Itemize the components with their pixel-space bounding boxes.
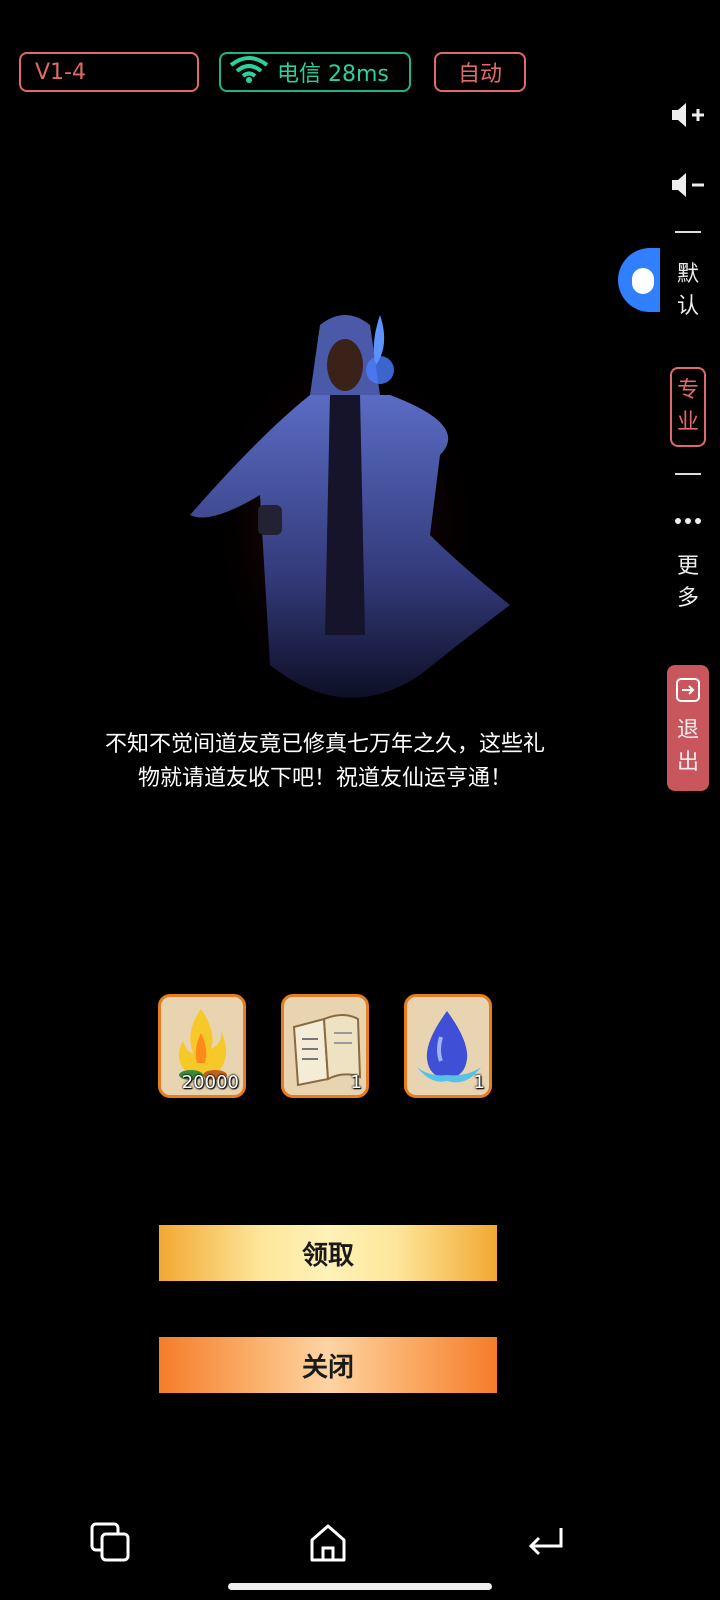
reward-list: 20000 1 1 [158,994,492,1098]
reward-item[interactable]: 1 [404,994,492,1098]
more-button[interactable]: 更 多 [674,551,702,615]
assistant-float-icon[interactable] [618,248,660,312]
reward-count: 1 [473,1072,485,1093]
claim-label: 领取 [301,1240,354,1271]
volume-down-icon[interactable] [668,165,708,205]
exit-char: 出 [676,750,699,775]
volume-up-icon[interactable] [668,95,708,135]
more-char: 更 [676,554,699,579]
divider [675,473,701,475]
home-indicator[interactable] [228,1583,492,1590]
reward-count: 20000 [181,1072,239,1093]
default-mode-button[interactable]: 默 认 [674,259,702,323]
divider [675,231,701,233]
side-panel: 默 认 专 业 更 多 退 出 [656,95,720,791]
more-char: 多 [676,586,699,611]
back-icon[interactable] [515,1512,575,1572]
system-nav-bar [0,1490,720,1600]
exit-char: 退 [676,718,699,743]
home-icon[interactable] [298,1512,358,1572]
default-mode-char: 认 [676,294,699,319]
dialog-text: 不知不觉间道友竟已修真七万年之久，这些礼 物就请道友收下吧！祝道友仙运亨通！ [100,728,550,796]
version-label: V1-4 [35,59,86,85]
dialog-line: 物就请道友收下吧！祝道友仙运亨通！ [137,766,512,791]
default-mode-char: 默 [676,262,699,287]
version-badge[interactable]: V1-4 [19,52,199,92]
pro-mode-char: 业 [676,410,699,435]
auto-label: 自动 [457,62,502,87]
pro-mode-char: 专 [676,378,699,403]
auto-button[interactable]: 自动 [434,52,526,92]
exit-button[interactable]: 退 出 [667,665,709,791]
reward-item[interactable]: 1 [281,994,369,1098]
game-screen: V1-4 电信 28ms 自动 默 认 专 业 更 多 退 出 不知不觉间道友竟… [0,0,720,1600]
claim-button[interactable]: 领取 [159,1225,497,1281]
wifi-icon [229,55,269,89]
more-dots-icon[interactable] [668,501,708,541]
close-button[interactable]: 关闭 [159,1337,497,1393]
wizard-character-illustration [170,305,520,725]
close-label: 关闭 [301,1352,354,1383]
reward-item[interactable]: 20000 [158,994,246,1098]
reward-count: 1 [350,1072,362,1093]
recent-apps-icon[interactable] [80,1512,140,1572]
dialog-line: 不知不觉间道友竟已修真七万年之久，这些礼 [104,732,545,757]
network-badge[interactable]: 电信 28ms [219,52,411,92]
exit-icon [675,677,701,707]
pro-mode-button[interactable]: 专 业 [670,367,706,447]
network-label: 电信 28ms [277,62,389,87]
